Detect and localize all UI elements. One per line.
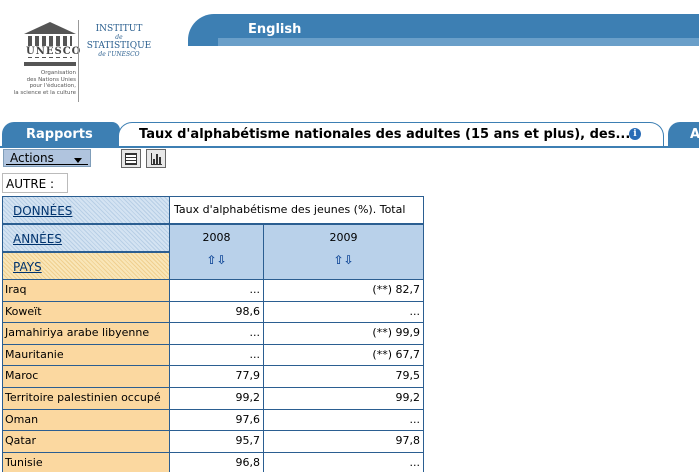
table-row: Mauritanie ... (**) 67,7: [2, 344, 424, 367]
year-header-2009: 2009 ⇧⇩: [264, 224, 424, 280]
value-cell-2008: ...: [170, 323, 264, 345]
value-cell-2008: 98,6: [170, 301, 264, 324]
country-cell: Koweït: [2, 301, 170, 324]
country-cell: Iraq: [2, 280, 170, 302]
donnees-header: DONNÉES: [2, 196, 170, 224]
autre-filter[interactable]: AUTRE :: [2, 173, 68, 193]
tab-rapports[interactable]: Rapports: [2, 122, 120, 146]
country-cell: Maroc: [2, 366, 170, 388]
country-cell: Oman: [2, 409, 170, 432]
value-cell-2008: 95,7: [170, 431, 264, 453]
autre-label: AUTRE :: [6, 177, 55, 191]
value-cell-2008: 77,9: [170, 366, 264, 388]
indicator-label: Taux d'alphabétisme des jeunes (%). Tota…: [174, 203, 406, 216]
tab-active-label: Taux d'alphabétisme nationales des adult…: [139, 127, 631, 142]
value-cell-2009: (**) 67,7: [264, 344, 424, 367]
table-row: Oman 97,6 ...: [2, 409, 424, 432]
value-cell-2009: 99,2: [264, 387, 424, 410]
unesco-uis-logo: UNESCO Organisation des Nations Unies po…: [10, 14, 180, 106]
actions-dropdown[interactable]: Actions: [3, 149, 91, 167]
tab-underline: [0, 146, 699, 148]
tab-active-report[interactable]: Taux d'alphabétisme nationales des adult…: [118, 122, 664, 148]
table-row: Territoire palestinien occupé 99,2 99,2: [2, 387, 424, 410]
country-cell: Mauritanie: [2, 344, 170, 367]
value-cell-2008: 99,2: [170, 387, 264, 410]
annees-header: ANNÉES: [2, 224, 170, 252]
unesco-org-text: Organisation des Nations Unies pour l'éd…: [13, 70, 76, 96]
country-cell: Jamahiriya arabe libyenne: [2, 323, 170, 345]
table-row: Koweït 98,6 ...: [2, 301, 424, 324]
uis-wordmark: INSTITUT de STATISTIQUE de l'UNESCO: [86, 24, 152, 58]
sort-icon[interactable]: ⇧⇩: [264, 253, 423, 267]
language-link-english[interactable]: English: [248, 22, 301, 37]
value-cell-2009: ...: [264, 409, 424, 432]
value-cell-2009: (**) 82,7: [264, 280, 424, 302]
table-row: Tunisie 96,8 ...: [2, 452, 424, 472]
value-cell-2009: 97,8: [264, 431, 424, 453]
pays-header: PAYS: [2, 252, 170, 280]
table-row: Maroc 77,9 79,5: [2, 366, 424, 388]
year-label: 2009: [329, 231, 358, 244]
value-cell-2008: ...: [170, 344, 264, 367]
tab-strip: Rapports Taux d'alphabétisme nationales …: [0, 120, 699, 148]
country-cell: Territoire palestinien occupé: [2, 387, 170, 410]
tab-next[interactable]: A: [668, 122, 699, 146]
table-row: Jamahiriya arabe libyenne ... (**) 99,9: [2, 323, 424, 345]
tab-next-label: A: [690, 127, 699, 142]
value-cell-2009: 79,5: [264, 366, 424, 388]
value-cell-2009: ...: [264, 301, 424, 324]
table-view-button[interactable]: [121, 149, 141, 168]
table-row: Qatar 95,7 97,8: [2, 431, 424, 453]
value-cell-2008: 96,8: [170, 452, 264, 472]
table-icon: [125, 153, 137, 165]
actions-label: Actions: [10, 151, 54, 165]
country-cell: Qatar: [2, 431, 170, 453]
annees-link[interactable]: ANNÉES: [13, 232, 62, 246]
year-header-2008: 2008 ⇧⇩: [170, 224, 264, 280]
value-cell-2009: (**) 99,9: [264, 323, 424, 345]
bar-chart-icon: [151, 153, 162, 165]
unesco-temple-icon: UNESCO: [24, 22, 80, 70]
value-cell-2009: ...: [264, 452, 424, 472]
info-icon[interactable]: i: [629, 128, 641, 140]
indicator-header: Taux d'alphabétisme des jeunes (%). Tota…: [170, 196, 424, 224]
pays-link[interactable]: PAYS: [13, 260, 42, 274]
donnees-link[interactable]: DONNÉES: [13, 204, 72, 218]
table-body: Iraq ... (**) 82,7 Koweït 98,6 ... Jamah…: [2, 280, 424, 472]
tab-rapports-label: Rapports: [26, 127, 93, 142]
sort-icon[interactable]: ⇧⇩: [170, 253, 263, 267]
year-label: 2008: [202, 231, 231, 244]
table-row: Iraq ... (**) 82,7: [2, 280, 424, 302]
chart-view-button[interactable]: [146, 149, 166, 168]
chevron-down-icon: [74, 158, 82, 163]
value-cell-2008: ...: [170, 280, 264, 302]
country-cell: Tunisie: [2, 452, 170, 472]
value-cell-2008: 97,6: [170, 409, 264, 432]
